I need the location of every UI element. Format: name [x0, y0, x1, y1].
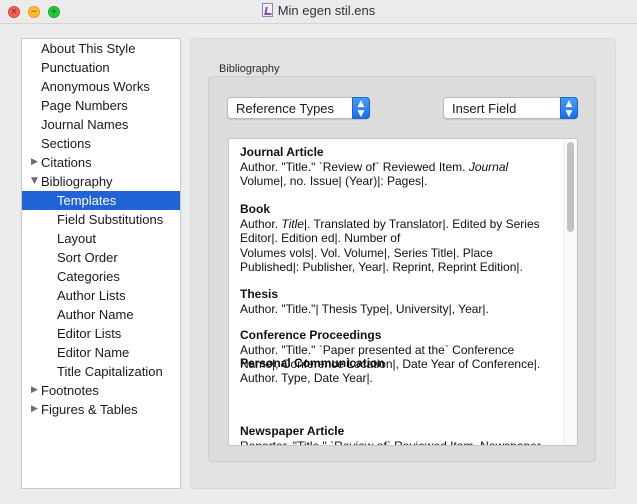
insert-field-label: Insert Field [452, 101, 517, 116]
sidebar-item-label: Page Numbers [41, 98, 128, 113]
entry-template-line: Author. "Title." `Review of` Reviewed It… [240, 160, 509, 174]
sidebar-item-label: Anonymous Works [41, 79, 150, 94]
sidebar-item[interactable]: ▶ Figures & Tables [22, 400, 180, 419]
sidebar-item[interactable]: Sort Order [22, 248, 180, 267]
entry-template-line: Published|: Publisher, Year|. Reprint, R… [240, 259, 523, 274]
popup-arrows-icon: ▲ ▼ [560, 97, 578, 119]
sidebar-item-label: Editor Name [57, 345, 130, 360]
sidebar-item[interactable]: Author Name [22, 305, 180, 324]
entry-template-line: Author. "Title." `Paper presented at the… [240, 343, 515, 357]
sidebar-item[interactable]: Templates [22, 191, 180, 210]
reference-types-label: Reference Types [236, 101, 335, 116]
entry-title: Newspaper Article [240, 424, 345, 438]
sidebar-item-label: Footnotes [41, 383, 99, 398]
template-entry: Conference Proceedings Author. "Title." `… [240, 328, 558, 372]
style-document-icon [261, 3, 273, 17]
window-title-text: Min egen stil.ens [277, 3, 376, 18]
sidebar-item[interactable]: ▼ Bibliography [22, 172, 180, 191]
template-entry: Journal Article Author. "Title." `Review … [240, 145, 558, 189]
entry-template-line: Author. Type, Date Year|. [240, 371, 373, 385]
disclosure-collapsed-icon[interactable]: ▶ [31, 153, 38, 172]
title-bar: × − + Min egen stil.ens [0, 0, 637, 24]
template-entry: Thesis Author. "Title."| Thesis Type|, Un… [240, 287, 558, 316]
reference-types-popup[interactable]: Reference Types ▲ ▼ [227, 97, 370, 119]
sidebar-item[interactable]: Sections [22, 134, 180, 153]
sidebar-item[interactable]: Page Numbers [22, 96, 180, 115]
sidebar-item[interactable]: Journal Names [22, 115, 180, 134]
entry-template-line: Name|, Conference Location|, Date Year o… [240, 357, 541, 372]
sidebar-outline[interactable]: About This Style Punctuation Anonymous Wor… [21, 38, 181, 489]
window-title: Min egen stil.ens [0, 3, 637, 18]
scroll-thumb[interactable] [567, 142, 574, 232]
sidebar-item[interactable]: Editor Lists [22, 324, 180, 343]
sidebar-item[interactable]: Punctuation [22, 58, 180, 77]
sidebar-item[interactable]: ▶ Footnotes [22, 381, 180, 400]
sidebar-item-label: Categories [57, 269, 120, 284]
sidebar-item-label: Title Capitalization [57, 364, 163, 379]
template-editor[interactable]: Newspaper Article Reporter. "Title." `Rev… [228, 138, 578, 446]
sidebar-item[interactable]: ▶ Citations [22, 153, 180, 172]
entry-template-line: Volumes vols|. Vol. Volume|, Series Titl… [240, 245, 493, 260]
sidebar-item-label: Figures & Tables [41, 402, 138, 417]
template-entry: Book Author. Title|. Translated by Transl… [240, 202, 558, 274]
style-editor-window: × − + Min egen stil.ens About This Style… [0, 0, 637, 504]
sidebar-item-label: Sort Order [57, 250, 118, 265]
entry-template-line: Author. Title|. Translated by Translator… [240, 217, 540, 231]
sidebar-item-label: Sections [41, 136, 91, 151]
sidebar-item-label: About This Style [41, 41, 136, 56]
sidebar-item[interactable]: About This Style [22, 39, 180, 58]
entry-template-line: Reporter. "Title." `Review of` Reviewed … [240, 439, 541, 446]
sidebar-item-label: Citations [41, 155, 92, 170]
sidebar-item-label: Author Lists [57, 288, 126, 303]
sidebar-item-label: Bibliography [41, 174, 113, 189]
sidebar-item-label: Templates [57, 193, 117, 208]
sidebar-item[interactable]: Author Lists [22, 286, 180, 305]
disclosure-collapsed-icon[interactable]: ▶ [31, 381, 38, 400]
sidebar-item-label: Author Name [57, 307, 134, 322]
entry-title: Thesis [240, 287, 279, 301]
sidebar-item-label: Field Substitutions [57, 212, 164, 227]
entry-template-line: Editor|. Edition ed|. Number of [240, 231, 401, 246]
disclosure-collapsed-icon[interactable]: ▶ [31, 400, 38, 419]
sidebar-item-label: Layout [57, 231, 97, 246]
disclosure-expanded-icon[interactable]: ▼ [31, 172, 38, 191]
entry-template-line: Volume|, no. Issue| (Year)|: Pages|. [240, 174, 428, 189]
template-entry: Newspaper Article Reporter. "Title." `Rev… [240, 424, 558, 446]
sidebar-item[interactable]: Anonymous Works [22, 77, 180, 96]
entry-title: Book [240, 202, 270, 216]
entry-title: Journal Article [240, 145, 324, 159]
sidebar-item[interactable]: Layout [22, 229, 180, 248]
vertical-scrollbar[interactable] [563, 139, 577, 445]
sidebar-item[interactable]: Field Substitutions [22, 210, 180, 229]
sidebar-item[interactable]: Categories [22, 267, 180, 286]
entry-title: Conference Proceedings [240, 328, 382, 342]
insert-field-popup[interactable]: Insert Field ▲ ▼ [443, 97, 578, 119]
popup-arrows-icon: ▲ ▼ [352, 97, 370, 119]
sidebar-item-label: Editor Lists [57, 326, 122, 341]
sidebar-item-label: Punctuation [41, 60, 110, 75]
group-label: Bibliography [219, 63, 280, 75]
sidebar-item-label: Journal Names [41, 117, 129, 132]
entry-template-line: Author. "Title."| Thesis Type|, Universi… [240, 302, 489, 316]
sidebar-item[interactable]: Editor Name [22, 343, 180, 362]
sidebar-item[interactable]: Title Capitalization [22, 362, 180, 381]
